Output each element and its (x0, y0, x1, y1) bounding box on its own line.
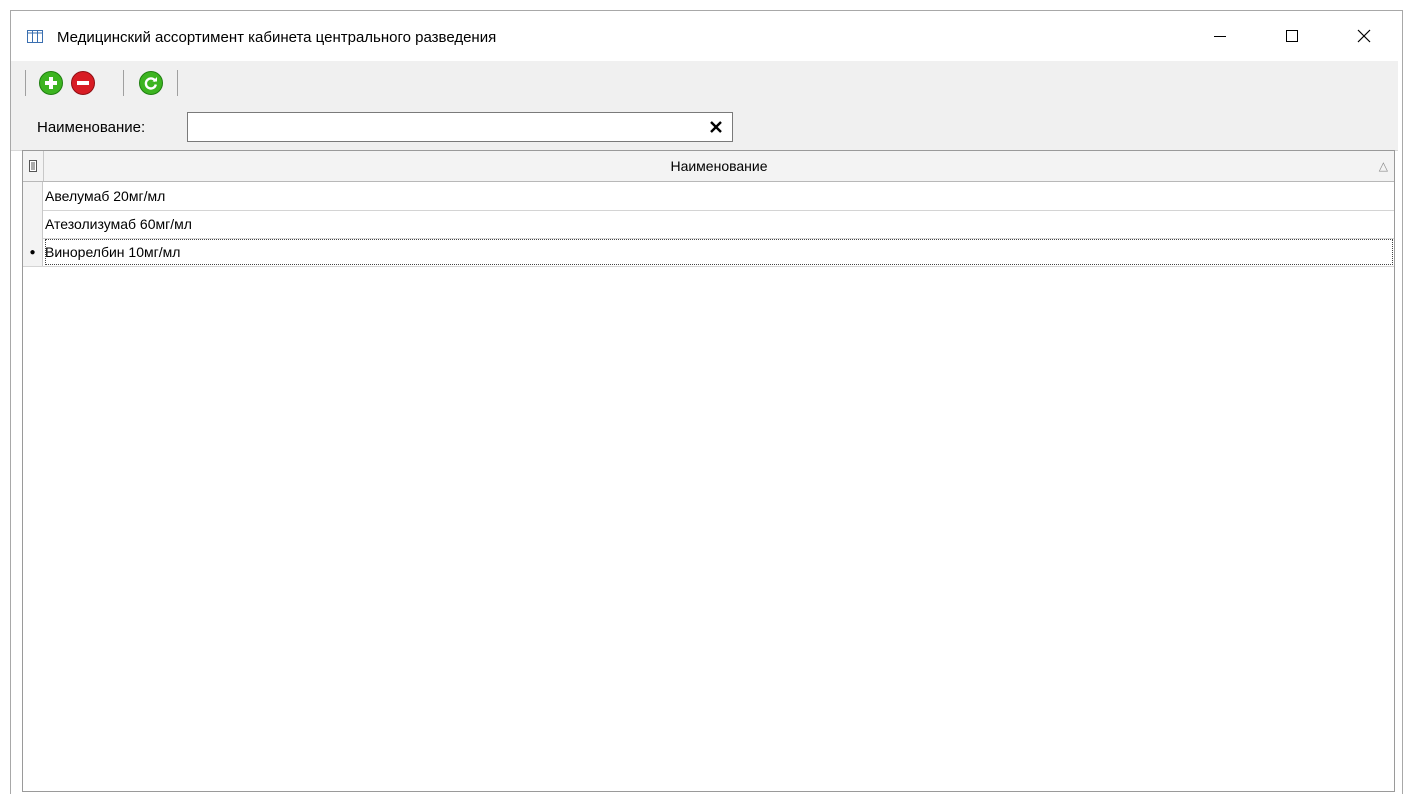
row-indicator[interactable]: ● (23, 238, 43, 266)
name-cell[interactable]: Авелумаб 20мг/мл (44, 182, 1394, 210)
maximize-icon (1286, 30, 1298, 42)
remove-icon (77, 81, 89, 85)
close-window-button[interactable] (1341, 11, 1387, 61)
current-row-icon: ● (29, 246, 36, 258)
remove-button[interactable] (71, 71, 95, 95)
sort-ascending-icon: △ (1378, 159, 1388, 173)
refresh-button[interactable] (139, 71, 163, 95)
table-icon (27, 30, 43, 43)
toolbar-separator (25, 70, 26, 96)
name-filter-input[interactable] (187, 112, 733, 142)
column-chooser-button[interactable] (23, 151, 44, 181)
clear-filter-button[interactable] (704, 116, 728, 138)
close-icon (1357, 29, 1371, 43)
minimize-button[interactable] (1197, 11, 1243, 61)
name-cell[interactable]: Винорелбин 10мг/мл (44, 238, 1394, 266)
minimize-icon (1214, 36, 1226, 37)
grid-header: Наименование △ (23, 151, 1394, 182)
add-button[interactable] (39, 71, 63, 95)
column-header-label: Наименование (670, 158, 768, 174)
maximize-button[interactable] (1269, 11, 1315, 61)
name-cell[interactable]: Атезолизумаб 60мг/мл (44, 210, 1394, 238)
refresh-icon (144, 77, 157, 90)
column-chooser-icon (29, 160, 37, 172)
table-row[interactable]: Атезолизумаб 60мг/мл (23, 210, 1394, 239)
row-indicator[interactable] (23, 210, 43, 238)
table-row[interactable]: ● Винорелбин 10мг/мл (23, 238, 1394, 267)
add-icon (45, 77, 57, 89)
title-bar: Медицинский ассортимент кабинета централ… (11, 11, 1402, 61)
app-window: Медицинский ассортимент кабинета централ… (10, 10, 1403, 794)
toolbar (11, 61, 1398, 101)
close-icon (710, 121, 722, 133)
filter-label: Наименование: (37, 119, 146, 136)
row-indicator[interactable] (23, 182, 43, 210)
toolbar-separator (177, 70, 178, 96)
table-row[interactable]: Авелумаб 20мг/мл (23, 182, 1394, 211)
filter-bar: Наименование: (11, 101, 1398, 151)
column-header-name[interactable]: Наименование △ (44, 151, 1394, 181)
window-title: Медицинский ассортимент кабинета централ… (57, 29, 497, 46)
toolbar-separator (123, 70, 124, 96)
data-grid: Наименование △ Авелумаб 20мг/мл Атезолизу… (22, 150, 1395, 792)
